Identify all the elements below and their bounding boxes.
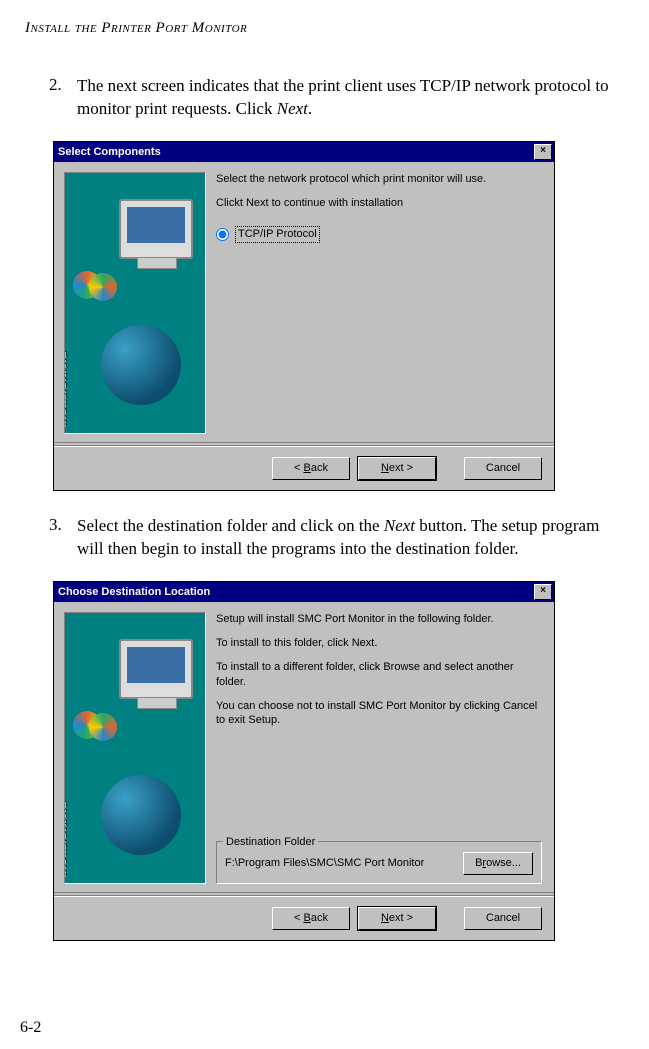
- installshield-logo: InstallShield: [64, 801, 69, 877]
- tcpip-radio-label: TCP/IP Protocol: [235, 226, 320, 242]
- page-header: Install the Printer Port Monitor: [25, 20, 624, 37]
- step-text: Select the destination folder and click …: [77, 515, 624, 561]
- browse-button[interactable]: Browse...: [463, 852, 533, 875]
- back-button[interactable]: < Back: [272, 907, 350, 930]
- next-button[interactable]: Next >: [358, 907, 436, 930]
- dialog-footer: < Back Next > Cancel: [54, 446, 554, 490]
- step-2: 2. The next screen indicates that the pr…: [49, 75, 624, 121]
- emphasis: Next: [384, 516, 415, 535]
- wizard-side-image: InstallShield: [64, 612, 206, 884]
- step-number: 3.: [49, 515, 65, 535]
- instruction-text: Clickt Next to continue with installatio…: [216, 196, 542, 210]
- close-icon[interactable]: ×: [534, 584, 552, 600]
- next-button[interactable]: Next >: [358, 457, 436, 480]
- instruction-text: Select the network protocol which print …: [216, 172, 542, 186]
- destination-path: F:\Program Files\SMC\SMC Port Monitor: [225, 856, 424, 870]
- dialog-footer: < Back Next > Cancel: [54, 896, 554, 940]
- group-label: Destination Folder: [223, 835, 318, 849]
- text: .: [308, 99, 312, 118]
- instruction-text: To install to this folder, click Next.: [216, 636, 542, 650]
- wizard-side-image: InstallShield: [64, 172, 206, 434]
- instruction-text: You can choose not to install SMC Port M…: [216, 699, 542, 728]
- titlebar: Select Components ×: [54, 142, 554, 162]
- instruction-text: To install to a different folder, click …: [216, 660, 542, 689]
- instruction-text: Setup will install SMC Port Monitor in t…: [216, 612, 542, 626]
- select-components-dialog: Select Components × InstallShield Select…: [53, 141, 555, 491]
- cancel-button[interactable]: Cancel: [464, 907, 542, 930]
- tcpip-radio[interactable]: [216, 228, 229, 241]
- step-number: 2.: [49, 75, 65, 95]
- step-3: 3. Select the destination folder and cli…: [49, 515, 624, 561]
- dialog-title: Select Components: [58, 146, 161, 158]
- choose-destination-dialog: Choose Destination Location × InstallShi…: [53, 581, 555, 941]
- page-number: 6-2: [20, 1019, 41, 1037]
- text: Select the destination folder and click …: [77, 516, 384, 535]
- back-button[interactable]: < Back: [272, 457, 350, 480]
- text: The next screen indicates that the print…: [77, 76, 609, 118]
- destination-folder-group: Destination Folder F:\Program Files\SMC\…: [216, 841, 542, 884]
- titlebar: Choose Destination Location ×: [54, 582, 554, 602]
- close-icon[interactable]: ×: [534, 144, 552, 160]
- cancel-button[interactable]: Cancel: [464, 457, 542, 480]
- step-text: The next screen indicates that the print…: [77, 75, 624, 121]
- dialog-title: Choose Destination Location: [58, 586, 210, 598]
- installshield-logo: InstallShield: [64, 351, 69, 427]
- emphasis: Next: [277, 99, 308, 118]
